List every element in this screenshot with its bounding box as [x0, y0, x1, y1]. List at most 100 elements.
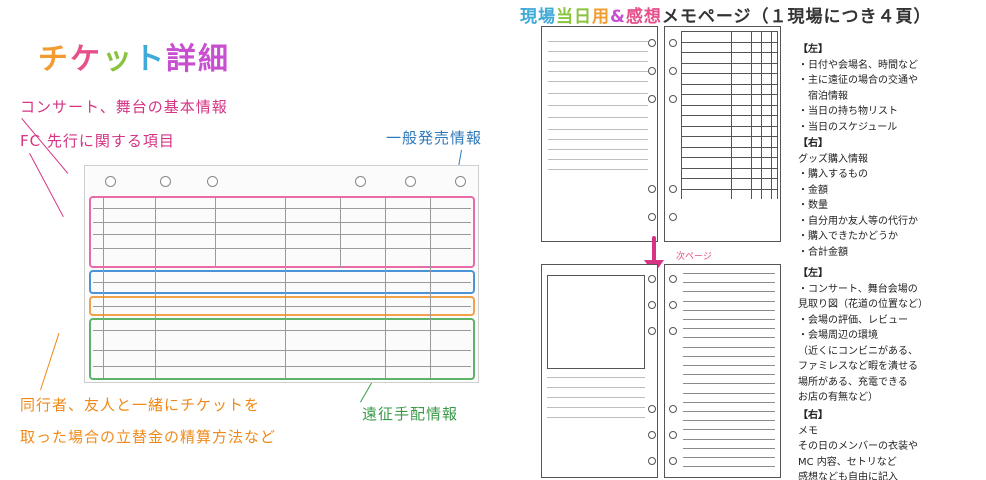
note-line: ・会場周辺の環境: [798, 330, 878, 341]
binder-hole: [648, 95, 656, 103]
note-line: ・当日の持ち物リスト: [798, 106, 898, 117]
binder-hole: [160, 176, 171, 187]
form-rule: [430, 198, 431, 378]
binder-hole: [669, 67, 677, 75]
form-rule: [93, 208, 471, 209]
form-rule: [547, 397, 645, 398]
binder-hole: [648, 39, 656, 47]
binder-hole: [669, 275, 677, 283]
table-row-rule: [681, 83, 777, 85]
title-char-5: 詳細: [166, 42, 230, 77]
title-part-3: 用: [592, 7, 610, 27]
note-heading: 【左】: [798, 268, 828, 279]
memo-line-rule: [683, 291, 775, 293]
form-rule: [548, 81, 648, 82]
note-line: ・数量: [798, 200, 828, 211]
note-heading: 【左】: [798, 44, 828, 55]
binder-hole: [669, 431, 677, 439]
form-rule: [548, 117, 648, 118]
title-part-4: &: [610, 7, 626, 27]
memo-line-rule: [683, 337, 775, 339]
memo-line-rule: [683, 319, 775, 320]
note-line: 見取り図（花道の位置など）: [798, 299, 928, 310]
memo-page-venue-left: [541, 264, 658, 478]
callout-companion-line-2: 取った場合の立替金の精算方法など: [20, 428, 277, 446]
binder-hole: [207, 176, 218, 187]
memo-line-rule: [683, 355, 775, 357]
table-row-rule: [681, 188, 777, 190]
ticket-detail-title: チケット詳細: [38, 34, 230, 78]
form-rule: [548, 61, 648, 62]
form-rule: [385, 198, 386, 378]
note-line: ・金額: [798, 184, 828, 196]
form-rule: [155, 198, 156, 378]
binder-hole: [669, 185, 677, 193]
ticket-form-sheet: [84, 165, 479, 383]
form-rule: [548, 129, 648, 130]
memo-page-notes-right: [664, 264, 781, 478]
binder-hole: [648, 405, 656, 413]
table-row-rule: [681, 167, 777, 169]
callout-trip-info: 遠征手配情報: [362, 405, 459, 423]
form-rule: [548, 105, 648, 106]
note-line: 場所がある、充電できる: [798, 376, 908, 388]
note-heading: 【右】: [798, 138, 828, 149]
memo-line-rule: [683, 273, 775, 274]
memo-line-rule: [683, 392, 775, 394]
binder-hole: [669, 213, 677, 221]
form-rule: [285, 198, 286, 378]
note-line: ファミレスなど暇を潰せる: [798, 361, 918, 372]
callout-basic-info: コンサート、舞台の基本情報: [20, 98, 228, 116]
note-line: ・コンサート、舞台会場の: [798, 283, 918, 295]
table-row-rule: [681, 115, 777, 116]
form-rule: [93, 366, 471, 367]
form-rule: [93, 282, 471, 283]
table-row-rule: [681, 157, 777, 158]
note-day-left: 【左】 ・日付や会場名、時間など ・主に遠征の場合の交通や 宿泊情報 ・当日の持…: [798, 42, 918, 135]
note-line: メモ: [798, 425, 818, 437]
table-row-rule: [681, 104, 777, 106]
note-line: ・当日のスケジュール: [798, 121, 898, 133]
memo-line-rule: [683, 401, 775, 403]
title-char-4: ト: [134, 42, 166, 77]
note-line: ・主に遠征の場合の交通や: [798, 75, 918, 86]
title-part-6: メモページ（１現場につき４頁）: [661, 7, 932, 27]
binder-hole: [669, 327, 677, 335]
leader-companion: [40, 332, 60, 391]
form-rule: [93, 350, 471, 351]
title-char-3: ッ: [102, 42, 134, 77]
title-part-5: 感想: [625, 7, 662, 27]
memo-line-rule: [683, 457, 775, 458]
memo-line-rule: [683, 346, 775, 348]
binder-hole: [669, 405, 677, 413]
memo-line-rule: [683, 383, 775, 385]
table-rule: [777, 31, 778, 199]
binder-hole: [648, 67, 656, 75]
note-line: 宿泊情報: [798, 90, 848, 102]
memo-line-rule: [683, 420, 775, 422]
form-rule: [103, 198, 104, 378]
form-rule: [93, 306, 471, 307]
table-row-rule: [681, 94, 777, 95]
binder-hole: [669, 95, 677, 103]
note-goods-right: 【右】 グッズ購入情報 ・購入するもの ・金額 ・数量 ・自分用か友人等の代行か…: [798, 136, 918, 260]
binder-hole: [669, 457, 677, 465]
memo-pages-title: 現場当日用&感想メモページ（１現場につき４頁）: [520, 2, 932, 27]
memo-line-rule: [683, 309, 775, 311]
section-trip: [89, 318, 475, 380]
form-rule: [93, 248, 471, 249]
note-line: MC 内容、セトリなど: [798, 456, 897, 468]
binder-hole: [648, 275, 656, 283]
next-page-arrow: [652, 236, 656, 262]
title-part-1: 現場: [520, 7, 556, 27]
table-row-rule: [681, 146, 777, 148]
form-rule: [548, 51, 648, 52]
table-row-rule: [681, 52, 777, 53]
form-rule: [215, 198, 216, 268]
memo-line-rule: [683, 282, 775, 284]
binder-hole: [648, 457, 656, 465]
binder-hole: [455, 176, 466, 187]
table-row-rule: [681, 136, 777, 137]
note-line: その日のメンバーの衣装や: [798, 441, 918, 452]
note-line: お店の有無など）: [798, 392, 878, 403]
